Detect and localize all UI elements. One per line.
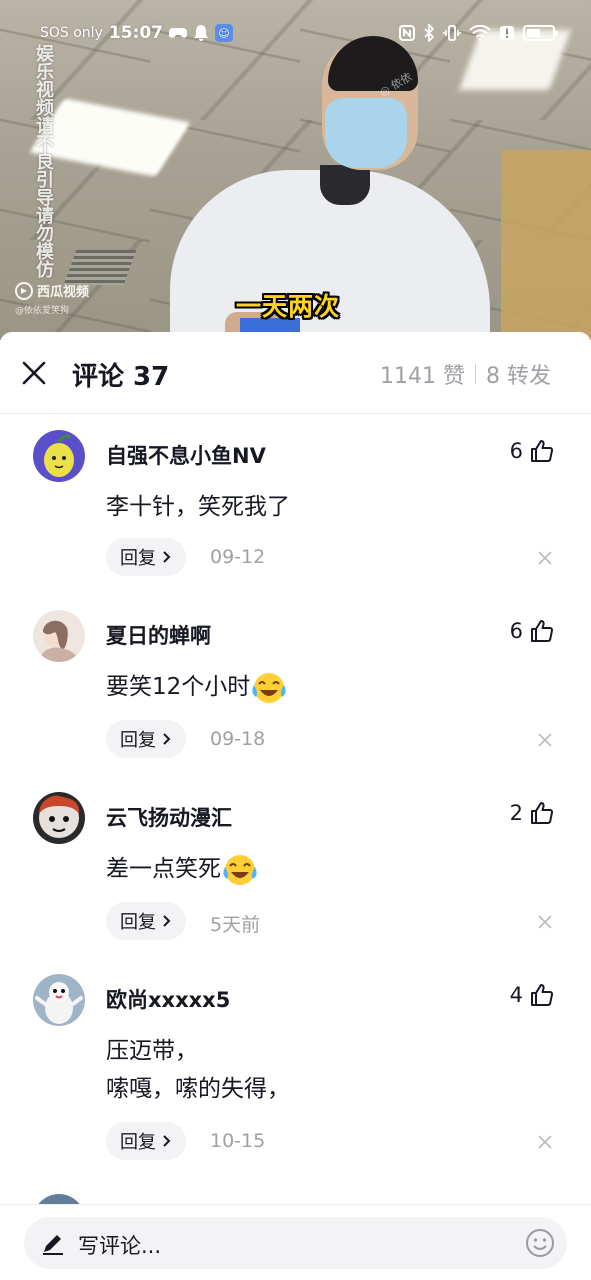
reply-label: 回复 [120,548,156,569]
reply-button[interactable]: 回复 [106,1122,186,1160]
app-notification-icon: ☺ [214,24,233,42]
reply-button[interactable]: 回复 [106,538,186,576]
avatar[interactable] [33,974,85,1026]
chevron-right-icon [163,733,171,745]
like-button[interactable]: 6 [510,618,555,644]
pen-icon [43,1235,63,1255]
reply-button[interactable]: 回复 [106,720,186,758]
thumbs-up-icon [531,440,554,462]
like-count: 6 [509,619,523,643]
clock: 15:07 [108,23,163,43]
x-icon [538,915,552,929]
video-caption: 一天两次 [236,292,341,321]
ceiling-vent [63,250,137,285]
avatar[interactable] [33,792,85,844]
like-count: 4 [509,983,523,1007]
chevron-right-icon [163,915,171,927]
reply-label: 回复 [120,730,156,751]
x-icon [538,1135,552,1149]
thumbs-up-icon [531,620,554,642]
person-mask [325,98,407,168]
thumbs-up-icon [531,984,554,1006]
comment-username[interactable]: 云飞扬动漫汇 [106,802,232,832]
close-icon [22,361,46,385]
like-count: 6 [509,439,523,463]
comment-input-bar: 写评论... [0,1204,591,1280]
carrier-label: SOS only [40,25,103,41]
dismiss-button[interactable] [535,912,555,932]
comments-sheet: 评论 37 1141 赞 8 转发 自强不息小鱼NV 6 李十针，笑死我了 回复… [0,332,591,1280]
comment-text-row: 要笑12个小时 [106,668,288,706]
play-icon: ▶ [15,281,33,300]
comment-date: 10-15 [210,1130,266,1152]
platform-logo-text: 西瓜视频 [37,285,90,300]
close-button[interactable] [14,353,54,393]
platform-logo: ▶ 西瓜视频 [15,281,89,300]
game-controller-icon [168,26,187,40]
video-stats: 1141 赞 8 转发 [380,358,551,390]
comment-date: 09-18 [210,728,266,750]
reply-button[interactable]: 回复 [106,902,186,940]
likes-count[interactable]: 1141 赞 [380,358,465,390]
thumbs-up-icon [531,802,554,824]
bluetooth-icon [423,24,435,42]
avatar[interactable] [33,430,85,482]
comment-text-line2: 嗦嘎，嗦的失得， [106,1076,290,1102]
comment-text: 差一点笑死 [106,856,221,882]
comment-date: 5天前 [210,914,261,936]
notification-bell-icon [193,24,209,42]
x-icon [538,733,552,747]
reply-label: 回复 [120,1132,156,1153]
comment-username[interactable]: 夏日的蝉啊 [106,620,211,650]
battery-icon [523,25,558,41]
crying-laughing-emoji-icon [252,672,286,703]
comments-header: 评论 37 1141 赞 8 转发 [0,332,591,414]
avatar[interactable] [33,610,85,662]
comments-title: 评论 37 [72,362,170,392]
like-button[interactable]: 4 [510,982,555,1008]
smiley-icon[interactable] [525,1228,555,1258]
video-disclaimer-watermark: 娱乐视频请不良引导请勿模仿 [33,44,54,278]
alert-icon [499,25,515,41]
vibrate-icon [443,24,461,42]
dismiss-button[interactable] [535,730,555,750]
comment-input-placeholder: 写评论... [78,1234,162,1258]
comment-text: 要笑12个小时 [106,674,251,700]
comment-text-row: 差一点笑死 [106,850,259,888]
comment-input[interactable]: 写评论... [24,1217,567,1269]
shares-count[interactable]: 8 转发 [486,358,551,390]
dismiss-button[interactable] [535,548,555,568]
dismiss-button[interactable] [535,1132,555,1152]
person-collar [320,165,370,205]
author-watermark: @依依爱笑狗 [15,306,70,316]
like-button[interactable]: 2 [510,800,555,826]
nfc-icon [399,25,415,41]
comment-text-block: 压迈带， 嗦嘎，嗦的失得， [106,1032,290,1108]
chevron-right-icon [163,551,171,563]
stats-divider [475,364,476,384]
comment-text: 李十针，笑死我了 [106,494,290,520]
video-player[interactable]: 娱乐视频请不良引导请勿模仿 ▶ 西瓜视频 @依依爱笑狗 ◎ 依依 一天两次 [0,0,591,340]
like-button[interactable]: 6 [510,438,555,464]
comment-date: 09-12 [210,546,266,568]
crying-laughing-emoji-icon [223,854,257,885]
chevron-right-icon [163,1135,171,1147]
comment-username[interactable]: 欧尚xxxxx5 [106,984,230,1014]
comment-username[interactable]: 自强不息小鱼NV [106,440,266,470]
wall [501,150,591,340]
like-count: 2 [509,801,523,825]
wifi-icon [469,25,491,41]
reply-label: 回复 [120,912,156,933]
battery-level [527,29,540,37]
x-icon [538,551,552,565]
comment-text: 压迈带， [106,1038,198,1064]
status-bar: SOS only 15:07 ☺ [0,18,591,48]
